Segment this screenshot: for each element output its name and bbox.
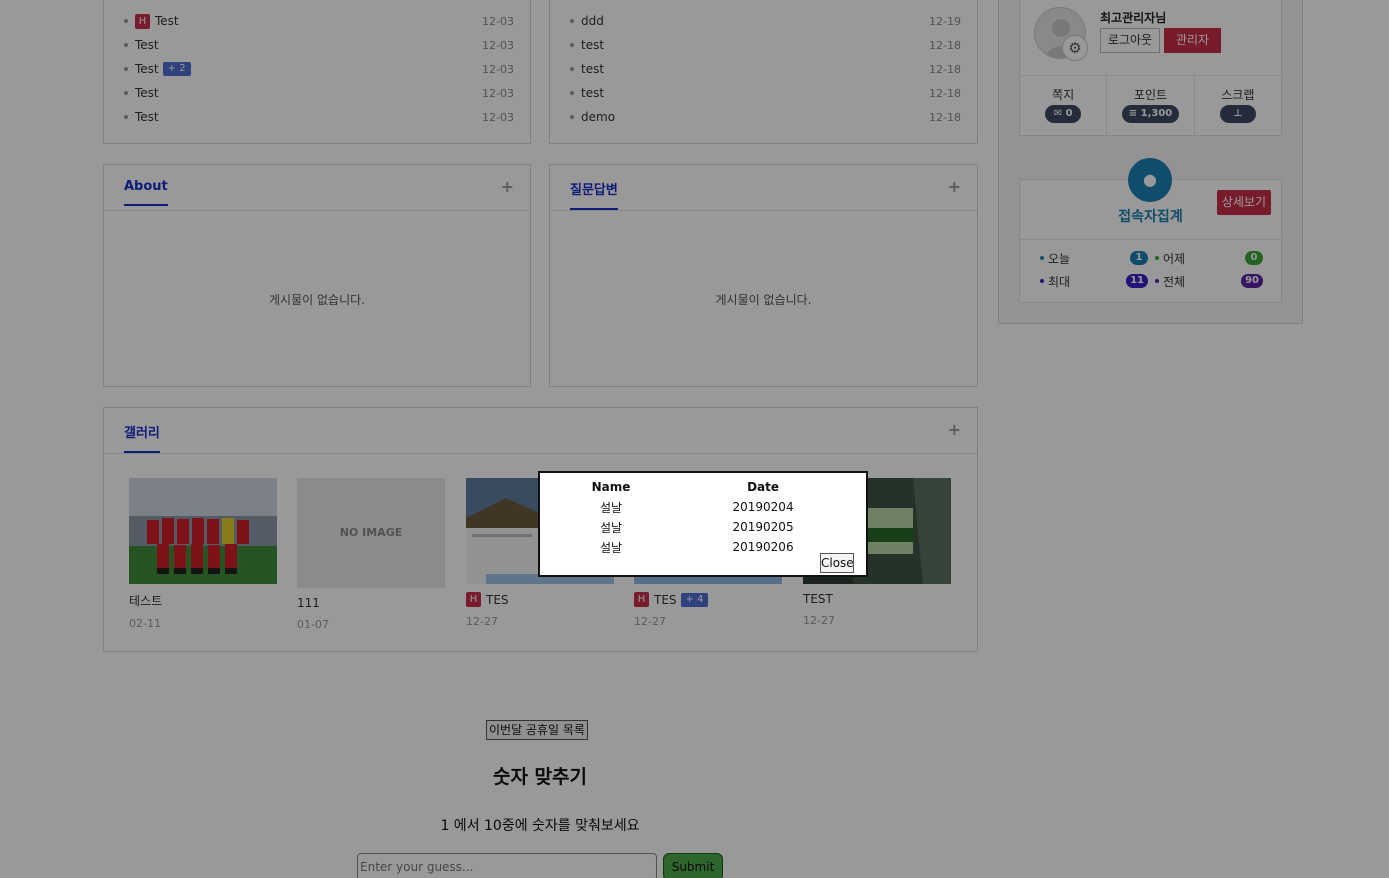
holiday-modal: Name Date 설날 20190204 설날 20190205 설날 201…: [538, 471, 868, 577]
holiday-name: 설날: [599, 540, 623, 555]
holiday-name: 설날: [599, 520, 623, 535]
table-row: 설날 20190205: [552, 517, 856, 537]
holiday-table: Name Date 설날 20190204 설날 20190205 설날 201…: [552, 477, 856, 557]
holiday-date: 20190204: [732, 500, 794, 514]
column-header-name: Name: [591, 480, 631, 494]
modal-overlay[interactable]: [0, 0, 1389, 878]
table-row: 설날 20190206: [552, 537, 856, 557]
table-header-row: Name Date: [552, 477, 856, 497]
table-row: 설날 20190204: [552, 497, 856, 517]
holiday-date: 20190205: [732, 520, 794, 534]
holiday-name: 설날: [599, 500, 623, 515]
column-header-date: Date: [747, 480, 779, 494]
close-button[interactable]: Close: [820, 553, 854, 573]
